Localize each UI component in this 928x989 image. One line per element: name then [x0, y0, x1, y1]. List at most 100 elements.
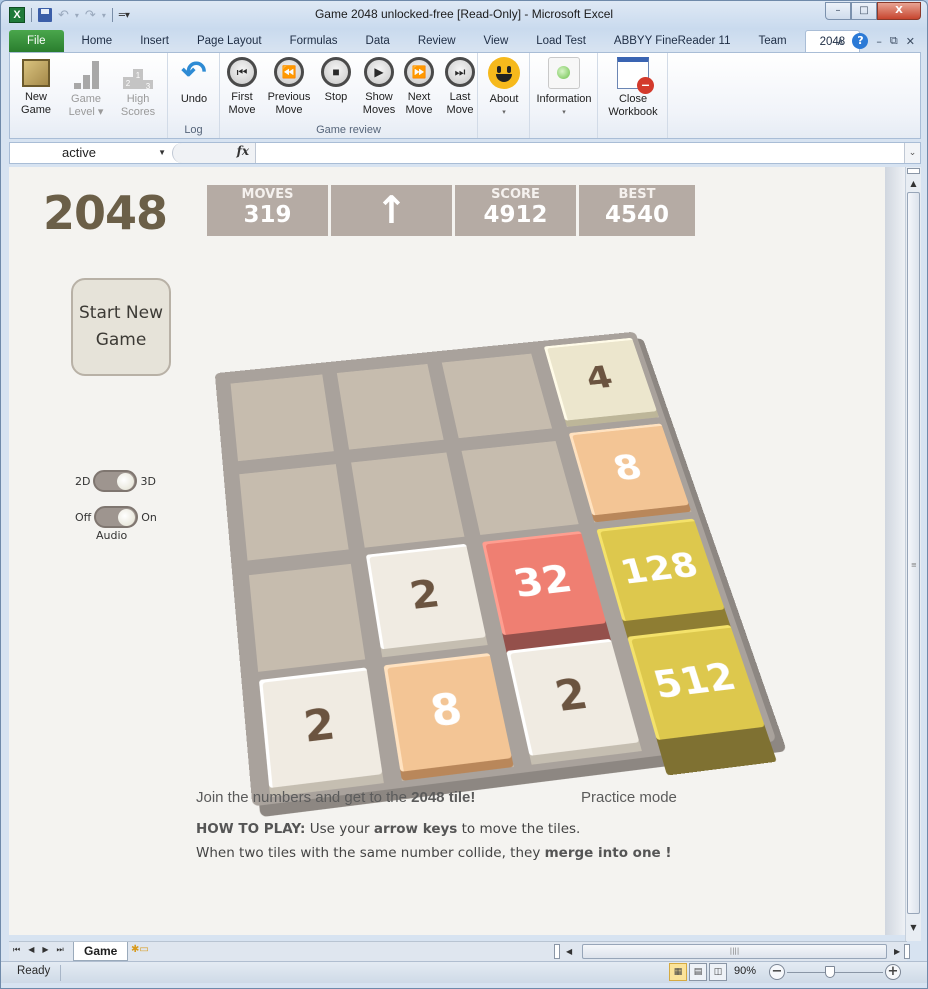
- about-button[interactable]: About ▾: [482, 57, 526, 119]
- information-label: Information: [536, 93, 592, 105]
- undo-icon: ↶: [181, 56, 207, 89]
- last-move-button[interactable]: ⏭ Last Move: [442, 57, 478, 117]
- scroll-down-icon[interactable]: ▼: [906, 921, 921, 935]
- maximize-button[interactable]: □: [851, 2, 877, 20]
- close-workbook-icon: [617, 57, 654, 94]
- horizontal-split-handle-right[interactable]: [904, 944, 910, 959]
- tab-insert[interactable]: Insert: [126, 30, 183, 52]
- zoom-slider-track[interactable]: [787, 972, 883, 973]
- undo-button[interactable]: ↶ Undo: [172, 57, 216, 106]
- tile-2: 2: [258, 667, 383, 789]
- tab-abbyy-finereader[interactable]: ABBYY FineReader 11: [600, 30, 745, 52]
- tab-view[interactable]: View: [470, 30, 523, 52]
- workbook-minimize-icon[interactable]: –: [876, 35, 882, 48]
- collapse-ribbon-icon[interactable]: ∧: [836, 35, 844, 48]
- show-moves-button[interactable]: ▶ Show Moves: [358, 57, 400, 117]
- window-controls: – □ X: [825, 2, 921, 20]
- scroll-left-icon[interactable]: ◀: [566, 944, 572, 959]
- show-moves-icon: ▶: [364, 57, 394, 87]
- tab-page-layout[interactable]: Page Layout: [183, 30, 276, 52]
- last-move-label: Last: [449, 91, 471, 103]
- ribbon-group-game: New Game Game Level ▾ 213 High Scores: [10, 53, 168, 138]
- next-move-button[interactable]: ⏩ Next Move: [400, 57, 438, 117]
- zoom-out-icon[interactable]: −: [769, 964, 785, 980]
- workbook-restore-icon[interactable]: ⧉: [890, 34, 898, 48]
- last-sheet-icon[interactable]: ⏭: [57, 945, 64, 955]
- tab-team[interactable]: Team: [744, 30, 800, 52]
- first-move-button[interactable]: ⏮ First Move: [222, 57, 262, 117]
- new-sheet-icon[interactable]: ✱▭: [131, 944, 149, 958]
- close-workbook-button[interactable]: Close Workbook: [602, 57, 664, 119]
- minimize-button[interactable]: –: [825, 2, 851, 20]
- horizontal-scrollbar[interactable]: ◀ |||| ▶: [554, 944, 910, 959]
- smiley-icon: [488, 57, 520, 89]
- zoom-in-icon[interactable]: +: [885, 964, 901, 980]
- scroll-right-icon[interactable]: ▶: [894, 944, 900, 959]
- formula-input[interactable]: [258, 143, 902, 163]
- next-move-icon: ⏩: [404, 57, 434, 87]
- audio-toggle-row: Off On: [75, 506, 157, 528]
- score-value: 4912: [483, 202, 548, 228]
- name-box-dropdown-icon[interactable]: ▼: [158, 143, 166, 163]
- first-sheet-icon[interactable]: ⏮: [13, 945, 20, 955]
- board-cell: [248, 563, 366, 672]
- board-cell: [239, 464, 349, 561]
- prev-sheet-icon[interactable]: ◀: [28, 945, 34, 955]
- first-move-icon: ⏮: [227, 57, 257, 87]
- horizontal-scroll-thumb[interactable]: ||||: [582, 944, 887, 959]
- tile-512: 512: [627, 624, 765, 741]
- tab-review[interactable]: Review: [404, 30, 470, 52]
- vertical-scroll-thumb[interactable]: ≡: [907, 192, 920, 914]
- information-button[interactable]: Information ▾: [532, 57, 596, 119]
- excel-window: X ↶ ▾ ↷ ▾ ═▾ Game 2048 unlocked-free [Re…: [0, 0, 928, 989]
- tab-home[interactable]: Home: [68, 30, 127, 52]
- view-mode-toggle[interactable]: [93, 470, 138, 492]
- name-box[interactable]: active ▼: [10, 143, 170, 163]
- game-level-label: Level ▾: [68, 106, 104, 118]
- next-move-label: Move: [405, 104, 433, 116]
- information-dropdown-icon: ▾: [562, 109, 566, 116]
- audio-off-label: Off: [75, 510, 92, 524]
- page-break-view-icon[interactable]: ◫: [709, 963, 727, 981]
- expand-formula-bar-icon[interactable]: ⌄: [904, 143, 920, 163]
- intro-text-plain: Join the numbers and get to the: [196, 789, 412, 806]
- stop-button[interactable]: ■ Stop: [316, 57, 356, 104]
- page-layout-view-icon[interactable]: ▤: [689, 963, 707, 981]
- ribbon-tabs: File Home Insert Page Layout Formulas Da…: [9, 30, 921, 52]
- tab-file[interactable]: File: [9, 30, 64, 52]
- group-label-game-review: Game review: [316, 124, 381, 136]
- how-to-play-line2: When two tiles with the same number coll…: [196, 845, 672, 861]
- high-scores-button[interactable]: 213 High Scores: [116, 57, 160, 119]
- help-icon[interactable]: ?: [852, 33, 869, 49]
- next-sheet-icon[interactable]: ▶: [42, 945, 48, 955]
- tab-formulas[interactable]: Formulas: [276, 30, 352, 52]
- audio-toggle[interactable]: [94, 506, 139, 528]
- game-level-button[interactable]: Game Level ▾: [64, 57, 108, 119]
- game-board[interactable]: 4 8 2 32 128 2 8 2 512: [214, 331, 777, 807]
- zoom-slider-thumb[interactable]: [824, 966, 835, 978]
- insert-function-icon[interactable]: fx: [237, 144, 249, 158]
- normal-view-icon[interactable]: ▦: [669, 963, 687, 981]
- new-game-button[interactable]: New Game: [16, 57, 56, 117]
- tile-128: 128: [596, 518, 725, 622]
- close-button[interactable]: X: [877, 2, 921, 20]
- board-cell: [441, 353, 553, 439]
- zoom-level[interactable]: 90%: [734, 965, 756, 977]
- horizontal-split-handle[interactable]: [554, 944, 560, 959]
- formula-bar: active ▼ fx ⌄: [9, 142, 921, 164]
- scroll-up-icon[interactable]: ▲: [906, 177, 921, 191]
- tab-load-test[interactable]: Load Test: [522, 30, 600, 52]
- workbook-close-icon[interactable]: ✕: [906, 35, 915, 48]
- how-to-play-text: Use your: [305, 821, 374, 837]
- board-cell: [351, 452, 465, 548]
- sheet-tab-game[interactable]: Game: [73, 942, 129, 961]
- vertical-scrollbar[interactable]: ▲ ≡ ▼: [905, 167, 921, 941]
- vertical-split-handle[interactable]: [907, 168, 920, 174]
- high-scores-icon: 213: [122, 57, 154, 91]
- previous-move-button[interactable]: ⏪ Previous Move: [266, 57, 312, 117]
- high-scores-label: High: [126, 93, 150, 105]
- tile-2: 2: [365, 543, 487, 650]
- intro-text-bold: 2048 tile!: [411, 789, 476, 806]
- tab-data[interactable]: Data: [352, 30, 404, 52]
- ribbon-group-game-review: ⏮ First Move ⏪ Previous Move ■ Stop ▶ Sh…: [220, 53, 478, 138]
